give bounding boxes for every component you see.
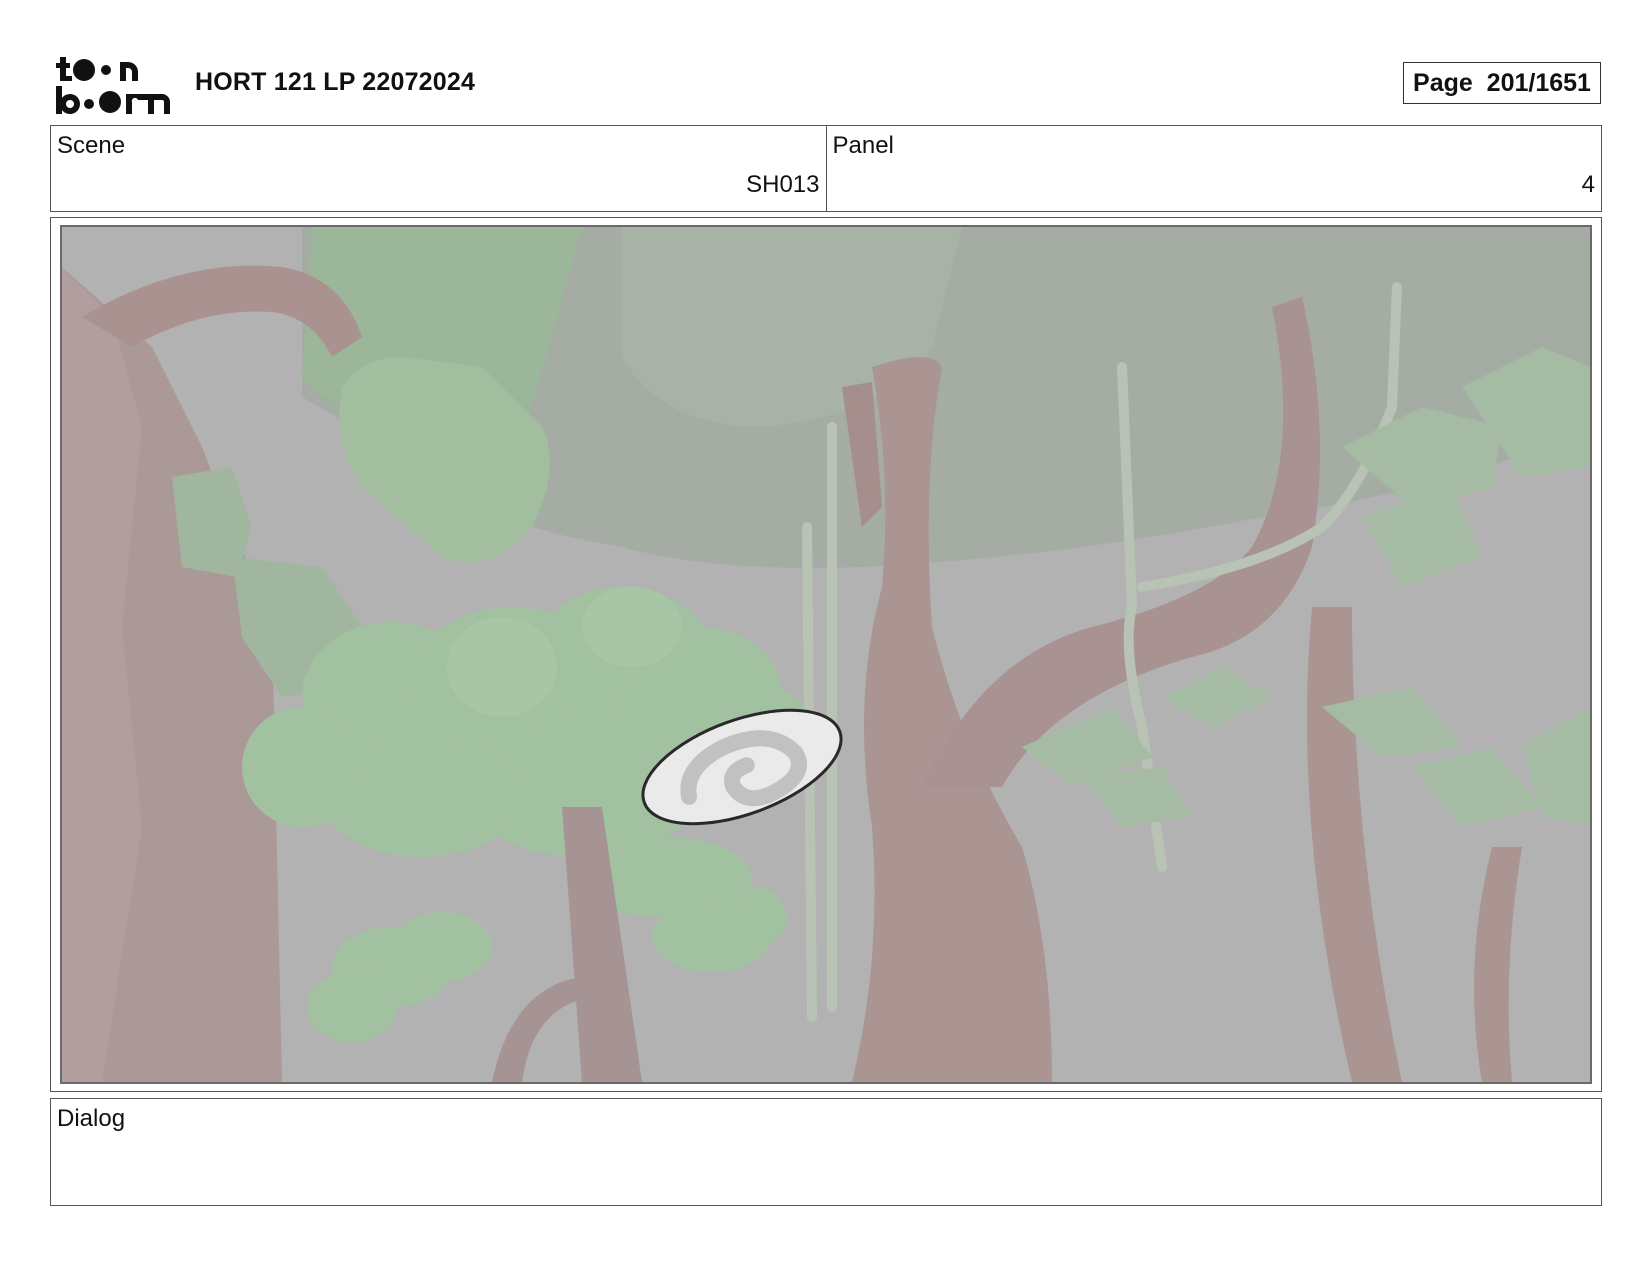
jungle-scene-illustration (62, 227, 1590, 1082)
storyboard-panel-image (60, 225, 1592, 1084)
dialog-label: Dialog (57, 1105, 126, 1132)
panel-cell: Panel 4 (825, 126, 1602, 211)
scene-label: Scene (57, 132, 126, 159)
scene-cell: Scene SH013 (51, 126, 826, 211)
scene-panel-row: Scene SH013 Panel 4 (50, 125, 1602, 212)
dialog-box: Dialog (50, 1098, 1602, 1206)
scene-value: SH013 (746, 171, 820, 198)
document-title: HORT 121 LP 22072024 (195, 68, 476, 96)
panel-label: Panel (832, 132, 894, 159)
panel-value: 4 (1581, 171, 1595, 198)
toon-boom-logo (56, 57, 170, 114)
page-number: Page 201/1651 (1403, 62, 1601, 104)
